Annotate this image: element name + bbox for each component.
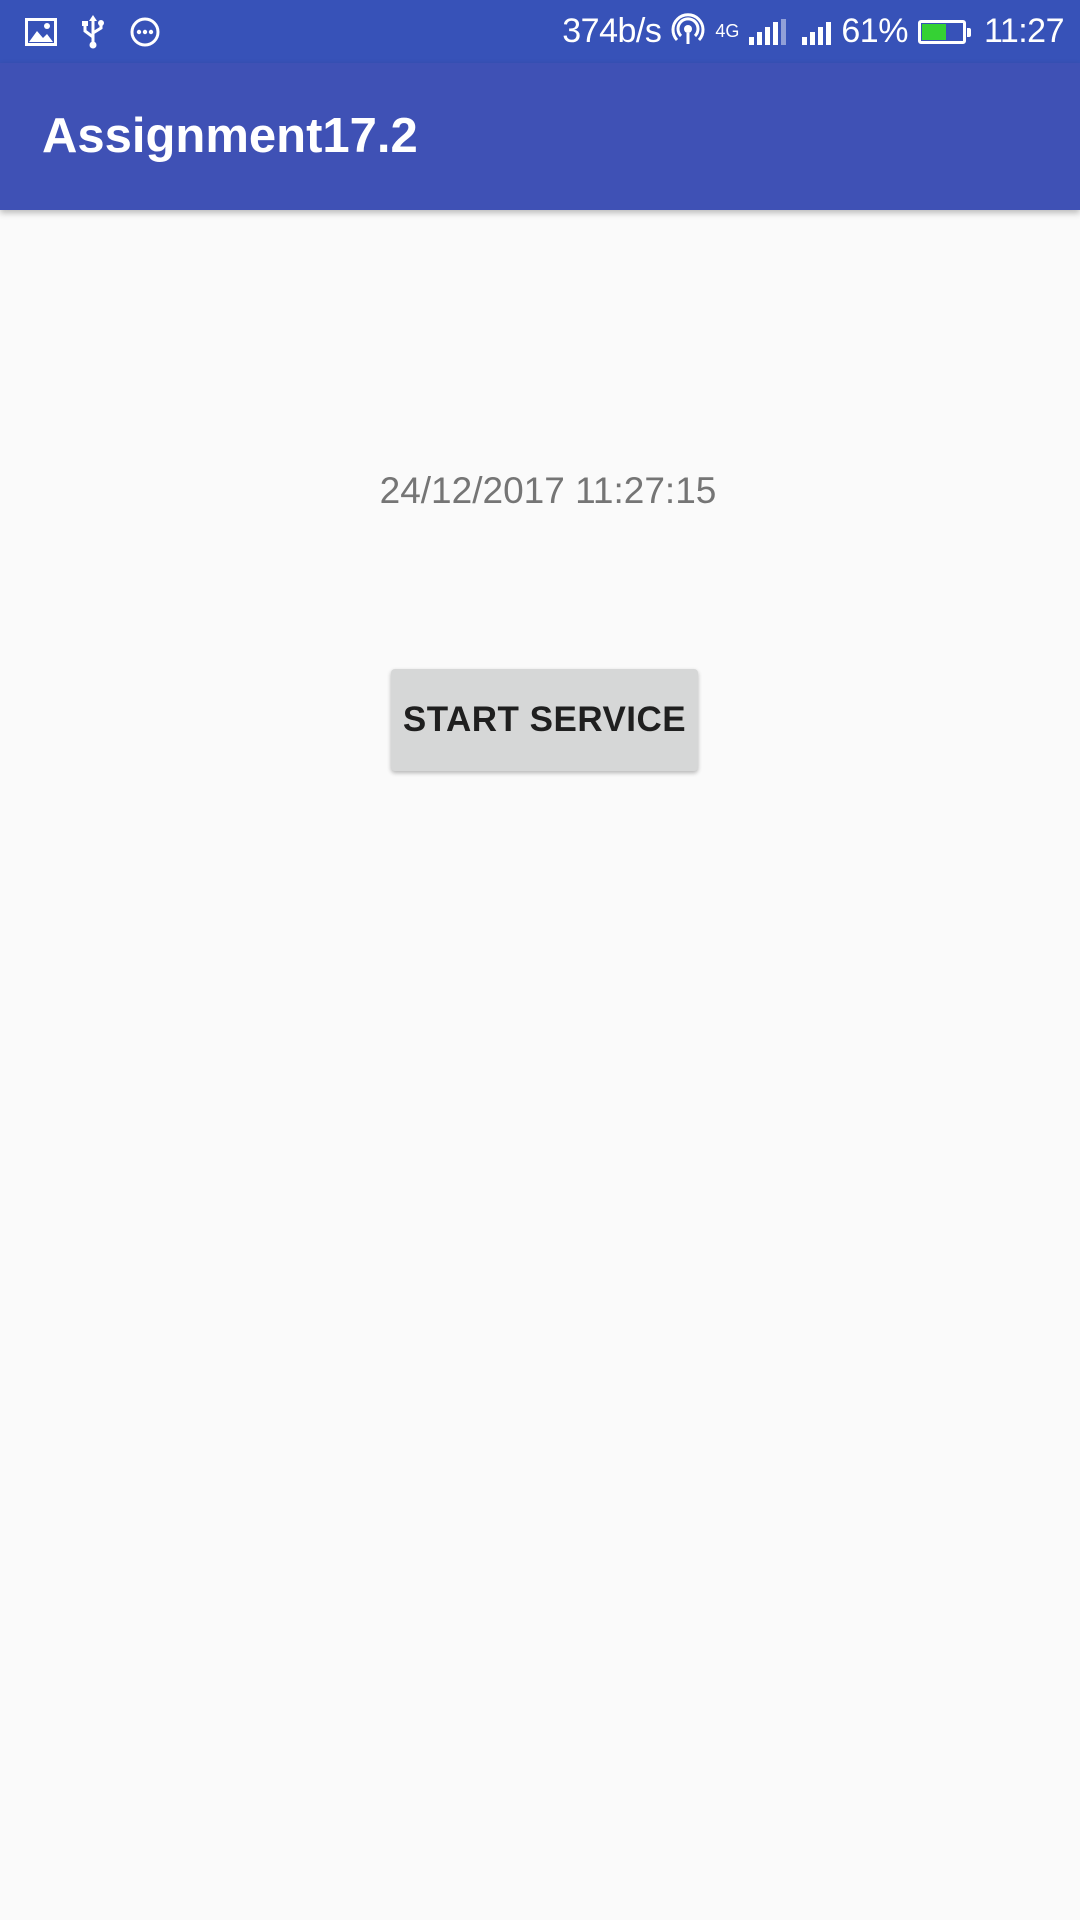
network-type: 4G bbox=[715, 21, 740, 41]
hotspot-icon bbox=[671, 12, 705, 51]
signal-sim1-icon bbox=[749, 18, 787, 45]
clock: 11:27 bbox=[983, 12, 1065, 50]
signal-sim2-icon bbox=[802, 19, 832, 45]
start-service-button[interactable]: START SERVICE bbox=[391, 669, 698, 771]
usb-icon bbox=[76, 14, 110, 49]
battery-icon bbox=[917, 19, 971, 44]
app-title: Assignment17.2 bbox=[42, 109, 418, 163]
status-left-icons bbox=[24, 0, 162, 63]
status-bar: 374b/s 4G 61% 11:27 bbox=[0, 0, 1080, 63]
app-bar: Assignment17.2 bbox=[0, 63, 1080, 210]
more-circle-icon bbox=[128, 15, 162, 49]
battery-level-fill bbox=[921, 23, 946, 40]
battery-percent: 61% bbox=[841, 12, 908, 50]
net-speed: 374b/s bbox=[562, 12, 662, 50]
status-right: 374b/s 4G 61% 11:27 bbox=[562, 0, 1064, 63]
datetime-text: 24/12/2017 11:27:15 bbox=[379, 470, 717, 511]
image-icon bbox=[24, 15, 58, 49]
